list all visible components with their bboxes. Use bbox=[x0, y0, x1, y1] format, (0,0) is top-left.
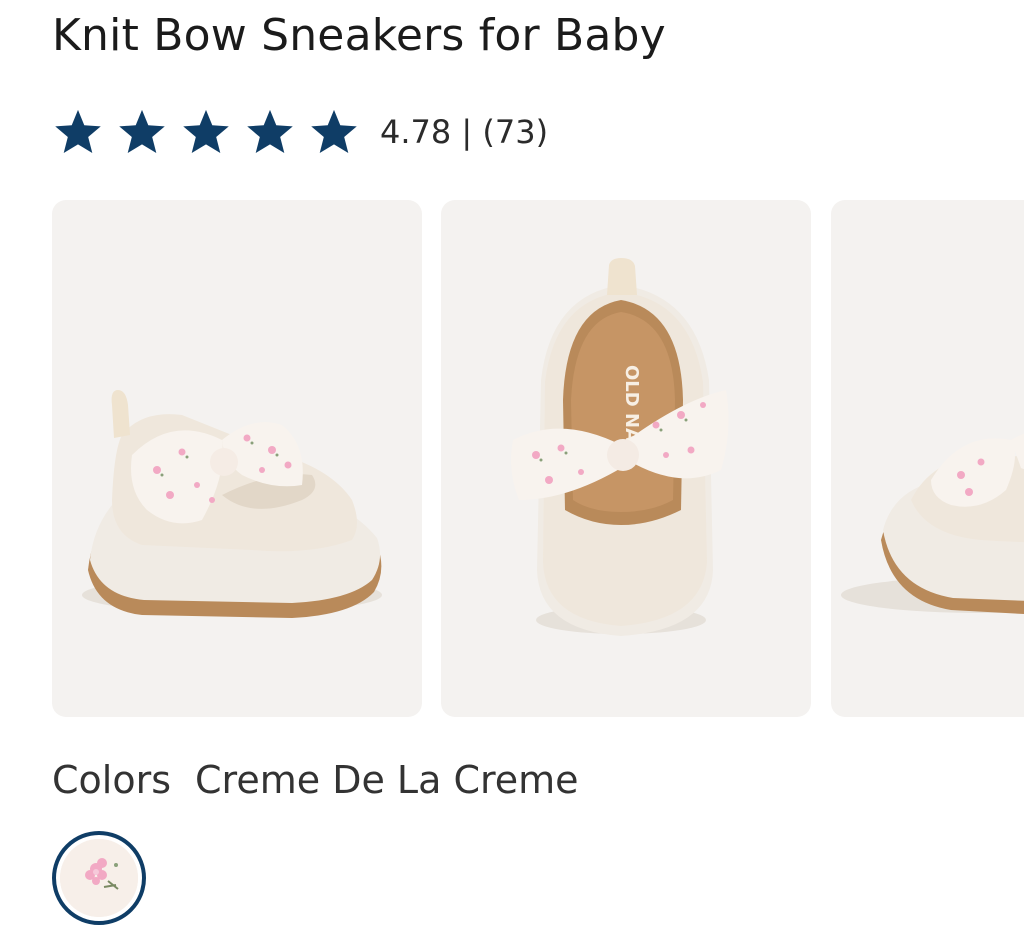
product-image-partial-view[interactable] bbox=[831, 200, 1024, 717]
shoe-partial-illustration bbox=[841, 433, 1024, 615]
colors-label: Colors bbox=[52, 758, 172, 802]
product-image-gallery[interactable]: OLD NA bbox=[52, 200, 1024, 717]
floral-pattern-swatch-icon bbox=[60, 839, 138, 917]
shoe-side-illustration bbox=[82, 390, 382, 618]
star-icon bbox=[55, 109, 101, 154]
color-swatch-selected[interactable] bbox=[52, 831, 146, 925]
product-image-top-view[interactable]: OLD NA bbox=[441, 200, 811, 717]
product-image-side-view[interactable] bbox=[52, 200, 422, 717]
shoe-top-illustration: OLD NA bbox=[511, 258, 729, 636]
rating-summary[interactable]: 4.78 | (73) bbox=[380, 113, 548, 151]
svg-text:OLD NA: OLD NA bbox=[621, 365, 642, 442]
selected-color-name: Creme De La Creme bbox=[195, 758, 579, 802]
star-icon bbox=[183, 109, 229, 154]
star-icon bbox=[247, 109, 293, 154]
star-icon bbox=[311, 109, 357, 154]
product-rating[interactable]: 4.78 | (73) bbox=[52, 104, 548, 160]
star-rating bbox=[52, 106, 380, 158]
star-icon bbox=[119, 109, 165, 154]
product-title: Knit Bow Sneakers for Baby bbox=[52, 10, 666, 61]
color-selection-label: Colors Creme De La Creme bbox=[52, 758, 579, 802]
